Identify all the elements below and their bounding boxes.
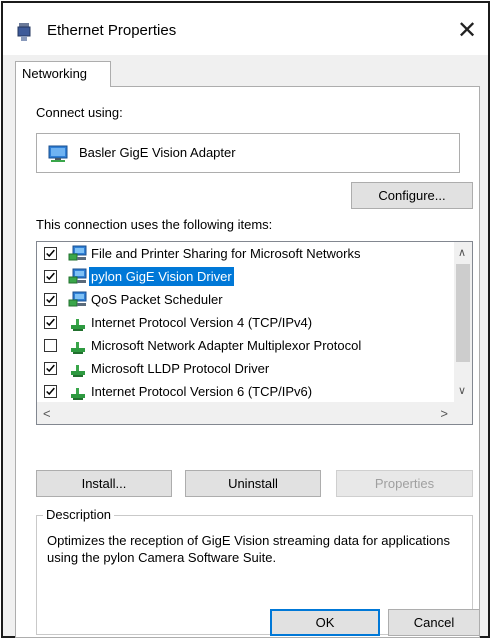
scroll-right-icon[interactable]: > [440, 406, 448, 421]
item-checkbox[interactable] [44, 270, 57, 283]
list-item-label: File and Printer Sharing for Microsoft N… [91, 246, 361, 261]
scroll-down-icon[interactable]: ∨ [458, 384, 466, 397]
network-service-icon [68, 268, 88, 286]
description-legend: Description [43, 507, 115, 522]
protocol-icon [68, 383, 88, 401]
list-item-label: Internet Protocol Version 6 (TCP/IPv6) [91, 384, 313, 399]
item-checkbox[interactable] [44, 293, 57, 306]
items-list-rows: File and Printer Sharing for Microsoft N… [37, 242, 455, 402]
list-item[interactable]: Microsoft LLDP Protocol Driver [37, 357, 455, 380]
item-checkbox[interactable] [44, 362, 57, 375]
list-item-label: QoS Packet Scheduler [91, 292, 223, 307]
list-item-label: pylon GigE Vision Driver [89, 267, 234, 286]
network-adapter-icon [48, 145, 68, 162]
tab-networking[interactable]: Networking [15, 61, 111, 87]
network-adapter-icon [17, 23, 31, 41]
item-checkbox[interactable] [44, 316, 57, 329]
list-item[interactable]: Internet Protocol Version 6 (TCP/IPv6) [37, 380, 455, 403]
title-bar[interactable]: Ethernet Properties ✕ [3, 3, 488, 55]
scroll-thumb[interactable] [456, 264, 470, 362]
networking-panel: Connect using: Basler GigE Vision Adapte… [15, 86, 480, 638]
protocol-icon [68, 337, 88, 355]
cancel-button[interactable]: Cancel [388, 609, 480, 636]
item-checkbox[interactable] [44, 385, 57, 398]
item-checkbox[interactable] [44, 247, 57, 260]
adapter-field: Basler GigE Vision Adapter [36, 133, 460, 173]
close-icon: ✕ [456, 16, 478, 44]
uninstall-button[interactable]: Uninstall [185, 470, 321, 497]
dialog-body: Networking Connect using: Basler GigE Vi… [3, 55, 488, 638]
list-item[interactable]: Microsoft Network Adapter Multiplexor Pr… [37, 334, 455, 357]
adapter-name: Basler GigE Vision Adapter [79, 145, 236, 160]
items-label: This connection uses the following items… [36, 217, 273, 232]
list-item[interactable]: pylon GigE Vision Driver [37, 265, 455, 288]
list-item-label: Microsoft LLDP Protocol Driver [91, 361, 270, 376]
list-item[interactable]: File and Printer Sharing for Microsoft N… [37, 242, 455, 265]
window-title: Ethernet Properties [47, 22, 177, 39]
items-list[interactable]: File and Printer Sharing for Microsoft N… [36, 241, 473, 425]
connect-using-label: Connect using: [36, 105, 123, 120]
network-service-icon [68, 291, 88, 309]
protocol-icon [68, 314, 88, 332]
scroll-left-icon[interactable]: < [43, 406, 51, 421]
install-button[interactable]: Install... [36, 470, 172, 497]
scroll-up-icon[interactable]: ∧ [458, 246, 466, 259]
network-service-icon [68, 245, 88, 263]
item-checkbox[interactable] [44, 339, 57, 352]
list-item-label: Microsoft Network Adapter Multiplexor Pr… [91, 338, 362, 353]
ethernet-properties-dialog: Ethernet Properties ✕ Networking Connect… [1, 1, 490, 638]
vertical-scrollbar[interactable]: ∧ ∨ [454, 242, 472, 402]
properties-button[interactable]: Properties [336, 470, 473, 497]
list-item[interactable]: Internet Protocol Version 4 (TCP/IPv4) [37, 311, 455, 334]
list-item[interactable]: QoS Packet Scheduler [37, 288, 455, 311]
ok-button[interactable]: OK [270, 609, 380, 636]
horizontal-scrollbar[interactable]: < > [37, 402, 472, 424]
protocol-icon [68, 360, 88, 378]
list-item-label: Internet Protocol Version 4 (TCP/IPv4) [91, 315, 313, 330]
configure-button[interactable]: Configure... [351, 182, 473, 209]
close-button[interactable]: ✕ [450, 13, 484, 47]
description-text: Optimizes the reception of GigE Vision s… [47, 533, 450, 565]
